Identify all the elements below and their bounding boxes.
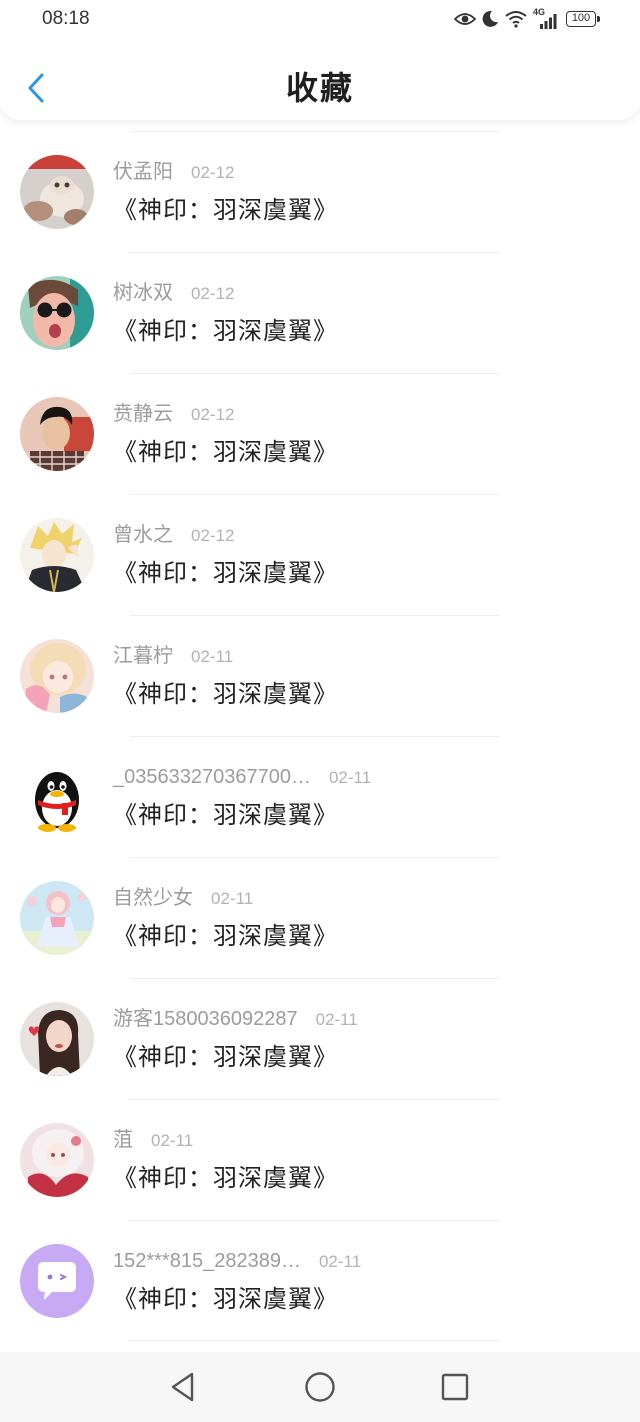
home-circle-icon bbox=[305, 1372, 335, 1402]
book-title: 《神印：羽深虞翼》 bbox=[113, 1044, 338, 1071]
avatar[interactable] bbox=[20, 1123, 94, 1197]
avatar[interactable] bbox=[20, 276, 94, 350]
user-name: 江暮柠 bbox=[113, 645, 173, 667]
item-meta: 树冰双 02-12 bbox=[113, 279, 234, 307]
book-title: 《神印：羽深虞翼》 bbox=[113, 1165, 338, 1192]
favorite-date: 02-11 bbox=[151, 1131, 194, 1150]
avatar[interactable] bbox=[20, 1244, 94, 1318]
battery-level: 100 bbox=[571, 12, 591, 24]
battery-icon: 100 bbox=[566, 11, 600, 27]
book-title: 《神印：羽深虞翼》 bbox=[113, 318, 338, 345]
avatar[interactable] bbox=[20, 397, 94, 471]
page-title: 收藏 bbox=[285, 70, 354, 106]
item-meta: 江暮柠 02-11 bbox=[113, 642, 233, 670]
book-title: 《神印：羽深虞翼》 bbox=[113, 923, 338, 950]
book-title: 《神印：羽深虞翼》 bbox=[113, 197, 338, 224]
favorite-date: 02-11 bbox=[315, 1010, 358, 1029]
favorite-item[interactable]: 游客1580036092287 02-11 《神印：羽深虞翼》 bbox=[0, 978, 640, 1099]
user-name: _035633270367700… bbox=[113, 766, 311, 788]
user-name: 152***815_282389… bbox=[113, 1250, 301, 1272]
user-name: 树冰双 bbox=[113, 282, 173, 304]
avatar[interactable] bbox=[20, 639, 94, 713]
signal-icon: 4G bbox=[533, 7, 557, 29]
favorite-item[interactable]: 曾水之 02-12 《神印：羽深虞翼》 bbox=[0, 494, 640, 615]
favorite-item[interactable]: 贲静云 02-12 《神印：羽深虞翼》 bbox=[0, 373, 640, 494]
book-title: 《神印：羽深虞翼》 bbox=[113, 560, 338, 587]
avatar[interactable] bbox=[20, 881, 94, 955]
favorite-item[interactable]: 自然少女 02-11 《神印：羽深虞翼》 bbox=[0, 857, 640, 978]
system-nav-bar bbox=[0, 1352, 640, 1422]
status-time: 08:18 bbox=[42, 8, 90, 29]
item-meta: 贲静云 02-12 bbox=[113, 400, 234, 428]
user-name: 贲静云 bbox=[113, 403, 173, 425]
item-meta: 152***815_282389… 02-11 bbox=[113, 1247, 361, 1275]
wifi-icon bbox=[504, 10, 528, 28]
favorite-date: 02-11 bbox=[191, 647, 234, 666]
favorite-date: 02-12 bbox=[191, 526, 235, 545]
recents-square-icon bbox=[441, 1373, 469, 1401]
eye-icon bbox=[454, 11, 476, 27]
user-name: 菹 bbox=[113, 1129, 133, 1151]
favorites-list: 伏孟阳 02-12 《神印：羽深虞翼》 树冰双 02-12 《神印：羽深虞翼》 bbox=[0, 131, 640, 1341]
nav-home-button[interactable] bbox=[290, 1357, 350, 1417]
favorite-date: 02-11 bbox=[318, 1252, 362, 1271]
book-title: 《神印：羽深虞翼》 bbox=[113, 439, 338, 466]
item-meta: 伏孟阳 02-12 bbox=[113, 158, 234, 186]
book-title: 《神印：羽深虞翼》 bbox=[113, 802, 338, 829]
avatar[interactable] bbox=[20, 155, 94, 229]
item-meta: 菹 02-11 bbox=[113, 1126, 193, 1154]
avatar[interactable] bbox=[20, 518, 94, 592]
item-meta: 自然少女 02-11 bbox=[113, 884, 253, 912]
moon-icon bbox=[481, 10, 499, 28]
favorite-item[interactable]: 菹 02-11 《神印：羽深虞翼》 bbox=[0, 1099, 640, 1220]
favorite-item[interactable]: 树冰双 02-12 《神印：羽深虞翼》 bbox=[0, 252, 640, 373]
favorite-date: 02-11 bbox=[211, 889, 254, 908]
favorite-item[interactable]: 江暮柠 02-11 《神印：羽深虞翼》 bbox=[0, 615, 640, 736]
back-triangle-icon bbox=[171, 1372, 194, 1402]
favorite-date: 02-12 bbox=[191, 163, 235, 182]
favorite-date: 02-12 bbox=[191, 405, 235, 424]
favorite-item[interactable]: 152***815_282389… 02-11 《神印：羽深虞翼》 bbox=[0, 1220, 640, 1341]
favorite-item[interactable]: _035633270367700… 02-11 《神印：羽深虞翼》 bbox=[0, 736, 640, 857]
nav-back-button[interactable] bbox=[153, 1357, 213, 1417]
nav-recents-button[interactable] bbox=[425, 1357, 485, 1417]
item-meta: 曾水之 02-12 bbox=[113, 521, 234, 549]
avatar[interactable] bbox=[20, 760, 94, 834]
item-meta: 游客1580036092287 02-11 bbox=[113, 1005, 358, 1033]
user-name: 伏孟阳 bbox=[113, 161, 173, 183]
header: 08:18 4G 100 收藏 bbox=[0, 0, 640, 120]
avatar[interactable] bbox=[20, 1002, 94, 1076]
book-title: 《神印：羽深虞翼》 bbox=[113, 681, 338, 708]
book-title: 《神印：羽深虞翼》 bbox=[113, 1286, 338, 1313]
user-name: 游客1580036092287 bbox=[113, 1008, 298, 1030]
favorite-item[interactable]: 伏孟阳 02-12 《神印：羽深虞翼》 bbox=[0, 131, 640, 252]
favorite-date: 02-11 bbox=[328, 768, 372, 787]
user-name: 自然少女 bbox=[113, 887, 193, 909]
user-name: 曾水之 bbox=[113, 524, 173, 546]
status-icons: 4G 100 bbox=[454, 7, 600, 30]
favorite-date: 02-12 bbox=[191, 284, 235, 303]
item-meta: _035633270367700… 02-11 bbox=[113, 763, 371, 791]
